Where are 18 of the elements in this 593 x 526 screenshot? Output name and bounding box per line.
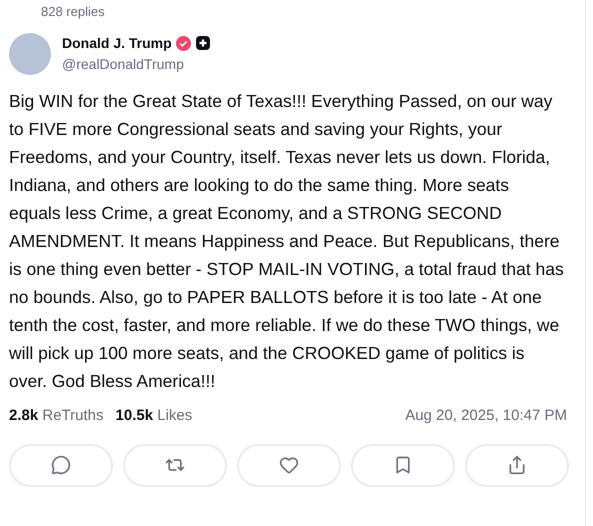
stat-count[interactable]: 10.5k Likes (116, 405, 192, 428)
bookmark-button[interactable] (351, 444, 455, 486)
post-timestamp: Aug 20, 2025, 10:47 PM (405, 406, 567, 426)
share-icon (507, 455, 527, 475)
stat-count[interactable]: 2.8k ReTruths (9, 405, 104, 428)
reply-button[interactable] (9, 444, 113, 486)
avatar (9, 33, 51, 75)
verified-badge-icon (176, 36, 191, 50)
heart-icon (279, 455, 299, 475)
replies-count: 828 replies (41, 4, 105, 19)
repost-button[interactable] (123, 444, 227, 486)
post-text: Big WIN for the Great State of Texas!!! Everything Passed, on our way to FIVE more Congressional seats and saving your Rights, your Freedoms, and your Country, itself. Texas never lets us down. Florida, Indiana, and others are looking to do the same thing. More seats equals less Crime, a great Economy, and a STRONG SECOND AMENDMENT. It means Happiness and Peace. But Republicans, there is one thing even better - STOP MAIL-IN VOTING, a total fraud that has no bounds. Also, go to PAPER BALLOTS before it is too late - At one tenth the cost, faster, and more reliable. If we do these TWO things, we will pick up 100 more seats, and the CROOKED game of politics is over. God Bless America!!! (9, 90, 565, 393)
share-button[interactable] (465, 444, 569, 486)
author-handle[interactable]: @realDonaldTrump (62, 54, 210, 74)
plus-badge-icon (196, 36, 210, 50)
like-button[interactable] (237, 444, 341, 486)
comment-icon (51, 455, 71, 475)
author-name[interactable]: Donald J. Trump (62, 34, 172, 52)
